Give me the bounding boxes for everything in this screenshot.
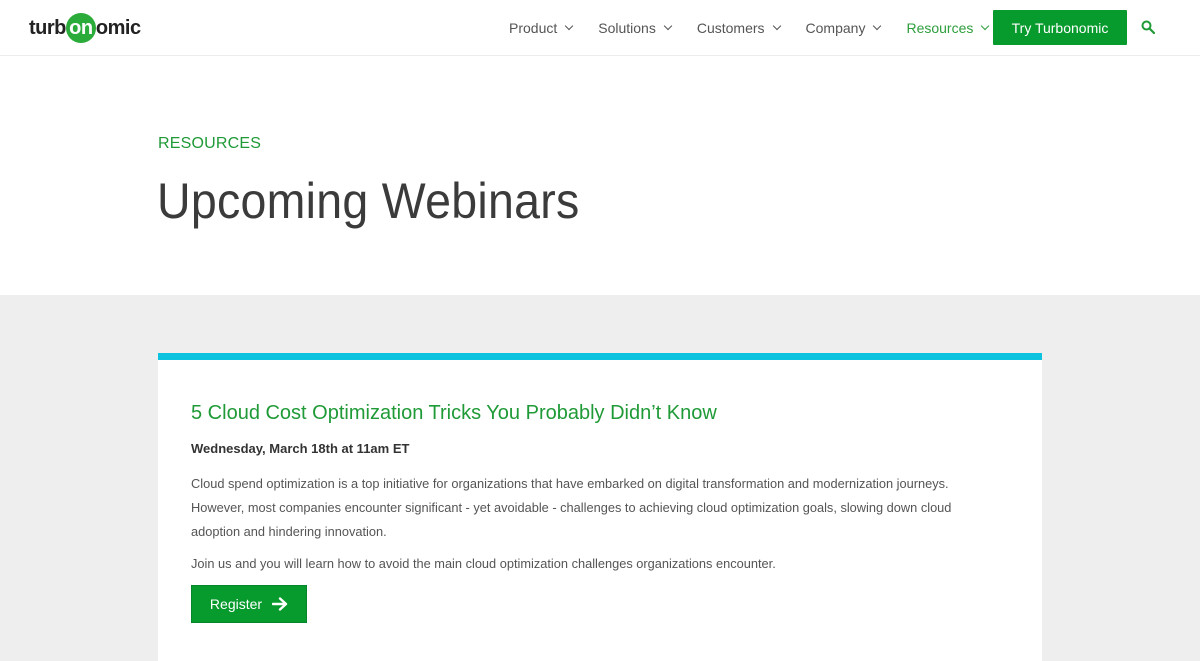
chevron-down-icon xyxy=(565,21,574,31)
nav-label: Resources xyxy=(906,20,974,36)
site-header: turb on omic Product Solutions Customers C… xyxy=(0,0,1200,56)
nav-item-product[interactable]: Product xyxy=(509,20,574,36)
page-title: Upcoming Webinars xyxy=(157,173,580,229)
nav-item-resources[interactable]: Resources xyxy=(906,20,990,36)
nav-item-solutions[interactable]: Solutions xyxy=(598,20,673,36)
nav-label: Solutions xyxy=(598,20,656,36)
nav-item-customers[interactable]: Customers xyxy=(696,20,781,36)
chevron-down-icon xyxy=(663,21,673,31)
register-label: Register xyxy=(209,596,263,612)
webinar-title[interactable]: 5 Cloud Cost Optimization Tricks You Pro… xyxy=(191,402,717,425)
chevron-down-icon xyxy=(772,21,781,31)
main-nav: Product Solutions Customers Company Reso… xyxy=(509,0,1014,56)
turbonomic-logo[interactable]: turb on omic xyxy=(29,12,141,44)
logo-text-end: omic xyxy=(95,16,141,39)
nav-label: Customers xyxy=(696,20,765,36)
webinar-card: 5 Cloud Cost Optimization Tricks You Pro… xyxy=(158,353,1042,661)
try-turbonomic-button[interactable]: Try Turbonomic xyxy=(993,10,1127,45)
logo-text-start: turb xyxy=(29,16,66,39)
logo-on-circle: on xyxy=(65,13,96,43)
section-eyebrow: RESOURCES xyxy=(158,135,262,152)
nav-label: Company xyxy=(805,20,866,36)
webinar-description: Cloud spend optimization is a top initia… xyxy=(191,476,952,539)
nav-item-company[interactable]: Company xyxy=(805,20,882,36)
arrow-right-icon xyxy=(272,597,288,611)
chevron-down-icon xyxy=(981,21,990,31)
search-icon[interactable] xyxy=(1141,20,1155,34)
webinar-join-text: Join us and you will learn how to avoid … xyxy=(191,556,776,571)
nav-label: Product xyxy=(509,20,558,36)
chevron-down-icon xyxy=(873,21,882,31)
webinar-date: Wednesday, March 18th at 11am ET xyxy=(191,441,410,456)
register-button[interactable]: Register xyxy=(191,585,307,623)
